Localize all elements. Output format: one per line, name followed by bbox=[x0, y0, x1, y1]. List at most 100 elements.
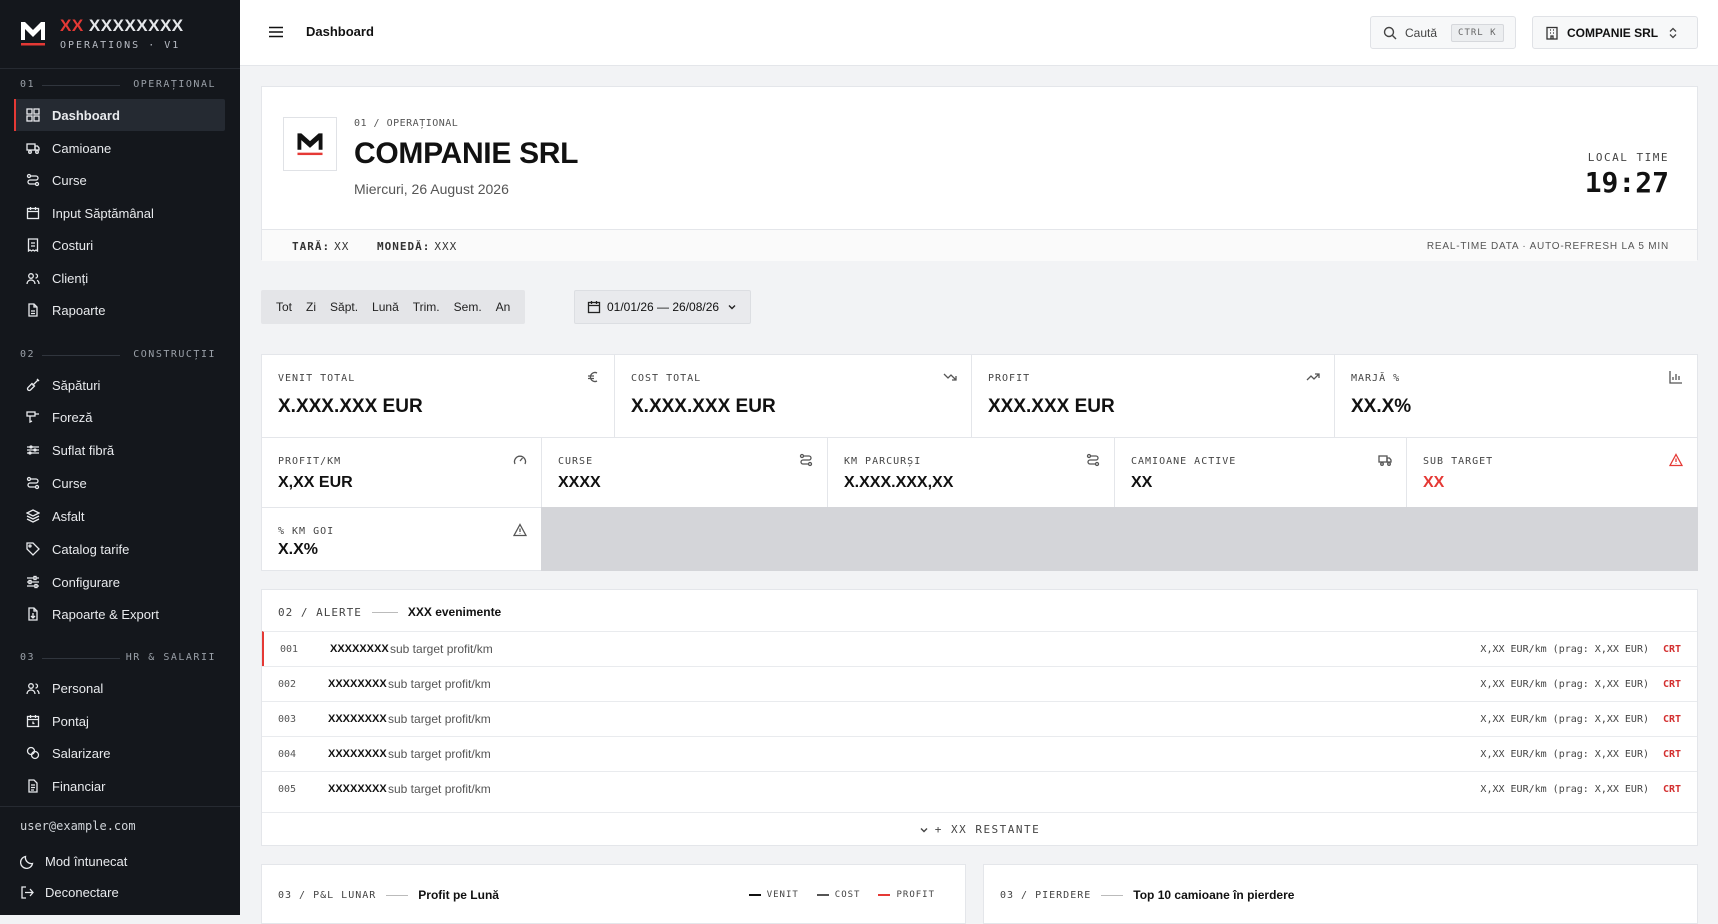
trending-up-icon bbox=[1306, 373, 1320, 381]
sidebar-item-suflat-fibra[interactable]: Suflat fibră bbox=[14, 434, 225, 466]
sidebar-item-dashboard[interactable]: Dashboard bbox=[14, 99, 225, 131]
calendar-icon bbox=[26, 207, 40, 220]
sidebar-item-label: Clienți bbox=[52, 270, 89, 286]
kpi-card-km-goi: % KM GOI X.X% bbox=[261, 507, 542, 571]
menu-icon[interactable] bbox=[268, 24, 284, 40]
period-option-tot[interactable]: Tot bbox=[276, 300, 292, 314]
divider bbox=[1101, 894, 1124, 896]
sidebar-item-input-saptamanal[interactable]: Input Săptămânal bbox=[14, 197, 225, 229]
alerts-header: 02 / ALERTE XXX evenimente bbox=[278, 605, 501, 619]
company-header-card: 01 / OPERAȚIONAL COMPANIE SRL Miercuri, … bbox=[261, 86, 1698, 261]
alert-entity: XXXXXXXX bbox=[328, 713, 387, 725]
sidebar-item-asfalt[interactable]: Asfalt bbox=[14, 500, 225, 532]
header-date: Miercuri, 26 August 2026 bbox=[354, 181, 509, 197]
kpi-card-curse: CURSE XXXX bbox=[541, 437, 828, 508]
sidebar-item-salarizare[interactable]: Salarizare bbox=[14, 737, 225, 769]
page-title: COMPANIE SRL bbox=[354, 137, 579, 170]
alert-metric: X,XX EUR/km (prag: X,XX EUR) bbox=[1480, 713, 1649, 725]
search-button[interactable]: Caută CTRL K bbox=[1370, 16, 1516, 49]
kpi-value: X.X% bbox=[278, 541, 319, 558]
kpi-label: KM PARCURȘI bbox=[844, 456, 922, 467]
alert-row[interactable]: 003 XXXXXXXX sub target profit/km X,XX E… bbox=[262, 701, 1697, 736]
alert-entity: XXXXXXXX bbox=[328, 783, 387, 795]
company-select[interactable]: COMPANIE SRL bbox=[1532, 16, 1698, 49]
sidebar-item-rapoarte[interactable]: Rapoarte bbox=[14, 294, 225, 326]
sliders-icon bbox=[27, 575, 39, 589]
logout-button[interactable]: Deconectare bbox=[20, 880, 119, 904]
kpi-label: SUB TARGET bbox=[1423, 456, 1494, 467]
header-footer: TARĂ: XX MONEDĂ: XXX REAL-TIME DATA · AUTO… bbox=[262, 229, 1697, 261]
period-option-luna[interactable]: Lună bbox=[372, 300, 399, 314]
card-eyebrow: 03 / PIERDERE bbox=[1000, 889, 1092, 901]
sidebar-item-foreza[interactable]: Foreză bbox=[14, 401, 225, 433]
period-option-zi[interactable]: Zi bbox=[306, 300, 316, 314]
sidebar-item-label: Rapoarte bbox=[52, 302, 106, 318]
brand-subtitle: OPERATIONS · V1 bbox=[60, 40, 181, 51]
sidebar-item-curse-constructii[interactable]: Curse bbox=[14, 467, 225, 499]
route-icon bbox=[26, 476, 40, 490]
show-more-label: + XX RESTANTE bbox=[934, 823, 1041, 836]
sidebar-item-label: Pontaj bbox=[52, 713, 89, 729]
grid-icon bbox=[26, 108, 40, 122]
sidebar-item-label: Suflat fibră bbox=[52, 442, 115, 458]
kpi-label: COST TOTAL bbox=[631, 373, 702, 384]
file-export-icon bbox=[28, 607, 38, 621]
sidebar-item-label: Salarizare bbox=[52, 745, 111, 761]
section-num: 03 bbox=[20, 652, 36, 663]
sidebar-item-configurare[interactable]: Configurare bbox=[14, 566, 225, 598]
loss-trucks-card: 03 / PIERDERE Top 10 camioane în pierder… bbox=[983, 864, 1698, 924]
sidebar-item-label: Personal bbox=[52, 680, 104, 696]
section-label: HR & SALARII bbox=[125, 652, 216, 663]
search-icon bbox=[1383, 26, 1397, 39]
card-eyebrow: 03 / P&L LUNAR bbox=[278, 889, 377, 901]
kpi-value: XX.X% bbox=[1351, 396, 1412, 417]
dark-mode-toggle[interactable]: Mod întunecat bbox=[20, 849, 127, 873]
alert-id: 003 bbox=[278, 713, 297, 725]
currency-label: MONEDĂ: bbox=[377, 240, 431, 253]
sidebar-item-catalog-tarife[interactable]: Catalog tarife bbox=[14, 533, 225, 565]
currency-value: XXX bbox=[434, 240, 458, 253]
sidebar-item-label: Curse bbox=[52, 475, 87, 491]
alert-row[interactable]: 004 XXXXXXXX sub target profit/km X,XX E… bbox=[262, 736, 1697, 771]
show-more-alerts-button[interactable]: + XX RESTANTE bbox=[262, 812, 1697, 846]
alert-row[interactable]: 001 XXXXXXXX sub target profit/km X,XX E… bbox=[262, 631, 1697, 666]
dark-mode-label: Mod întunecat bbox=[45, 853, 128, 869]
sidebar-item-label: Asfalt bbox=[52, 508, 85, 524]
alert-row[interactable]: 002 XXXXXXXX sub target profit/km X,XX E… bbox=[262, 666, 1697, 701]
period-option-trim[interactable]: Trim. bbox=[413, 300, 440, 314]
trending-down-icon bbox=[943, 373, 957, 381]
sidebar-item-rapoarte-export[interactable]: Rapoarte & Export bbox=[14, 598, 225, 630]
alert-id: 005 bbox=[278, 783, 297, 795]
sidebar-item-sapaturi[interactable]: Săpături bbox=[14, 369, 225, 401]
sidebar-item-label: Săpături bbox=[52, 377, 101, 393]
alert-description: sub target profit/km bbox=[388, 677, 491, 691]
truck-icon bbox=[1378, 455, 1392, 466]
period-option-sapt[interactable]: Săpt. bbox=[330, 300, 358, 314]
period-option-an[interactable]: An bbox=[496, 300, 511, 314]
sidebar-item-costuri[interactable]: Costuri bbox=[14, 229, 225, 261]
sidebar-item-curse[interactable]: Curse bbox=[14, 164, 225, 196]
shortcut-badge: CTRL K bbox=[1451, 23, 1504, 42]
sidebar-item-camioane[interactable]: Camioane bbox=[14, 132, 225, 164]
kpi-value: XX bbox=[1423, 474, 1445, 491]
kpi-value: XXX.XXX EUR bbox=[988, 396, 1115, 417]
sidebar-item-label: Dashboard bbox=[52, 107, 120, 123]
section-line bbox=[42, 355, 120, 356]
sidebar-item-clienti[interactable]: Clienți bbox=[14, 262, 225, 294]
pl-chart-card: 03 / P&L LUNAR Profit pe Lună VENIT COST… bbox=[261, 864, 966, 924]
kpi-value: X.XXX.XXX EUR bbox=[278, 396, 423, 417]
header-eyebrow: 01 / OPERAȚIONAL bbox=[354, 118, 459, 129]
realtime-note: REAL-TIME DATA · AUTO-REFRESH LA 5 MIN bbox=[1426, 241, 1669, 252]
period-option-sem[interactable]: Sem. bbox=[454, 300, 482, 314]
date-range-picker[interactable]: 01/01/26 — 26/08/26 bbox=[574, 290, 751, 324]
country-info: TARĂ: XX bbox=[292, 240, 349, 253]
sidebar-item-personal[interactable]: Personal bbox=[14, 672, 225, 704]
search-label: Caută bbox=[1405, 25, 1438, 40]
shovel-icon bbox=[26, 378, 40, 392]
gauge-icon bbox=[513, 455, 527, 465]
route-icon bbox=[1086, 453, 1100, 467]
sidebar-item-financiar[interactable]: Financiar bbox=[14, 770, 225, 802]
section-label: CONSTRUCȚII bbox=[133, 349, 216, 360]
sidebar-item-pontaj[interactable]: Pontaj bbox=[14, 705, 225, 737]
alert-row[interactable]: 005 XXXXXXXX sub target profit/km X,XX E… bbox=[262, 771, 1697, 806]
